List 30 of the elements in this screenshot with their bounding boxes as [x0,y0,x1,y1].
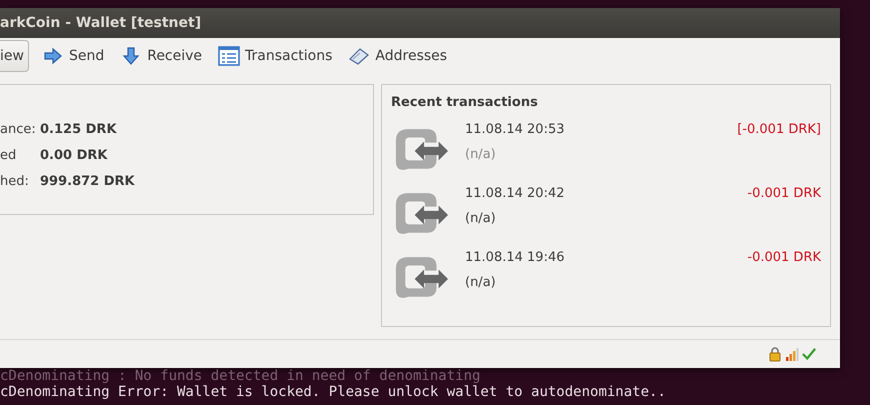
window-title: arkCoin - Wallet [testnet] [0,15,202,31]
balance-value: 0.00 DRK [40,148,108,163]
signal-bars-icon [785,346,799,362]
transaction-amount: [-0.001 DRK] [737,122,821,137]
transaction-amount: -0.001 DRK [747,186,821,201]
panel-title: Recent transactions [391,95,539,110]
transaction-date: 11.08.14 20:42 [465,186,564,201]
toolbar-tab[interactable]: Transactions [213,40,338,72]
balance-label: ance: [0,122,37,137]
transaction-amount: -0.001 DRK [747,250,821,265]
toolbar-tab[interactable]: iew [0,40,29,72]
check-icon [802,346,816,362]
list-icon [218,46,240,66]
balance-label: ed [0,148,18,163]
transaction-date: 11.08.14 20:53 [465,122,564,137]
terminal-line: cDenominating : No funds detected in need of denominating [0,368,480,384]
transaction-address: (n/a) [465,211,496,226]
card-icon [348,46,370,66]
balance-value: 0.125 DRK [40,122,117,137]
transaction-date: 11.08.14 19:46 [465,250,564,265]
balance-value: 999.872 DRK [40,174,135,189]
toolbar-tab[interactable]: Send [36,40,110,72]
transaction-address: (n/a) [465,147,496,162]
lock-icon [768,346,782,362]
transaction-address: (n/a) [465,275,496,290]
toolbar-tab[interactable]: Receive [115,40,208,72]
balance-label: hed: [0,174,30,189]
right-arrow-icon [42,46,64,66]
toolbar-tab[interactable]: Addresses [343,40,452,72]
terminal-line: cDenominating Error: Wallet is locked. Please unlock wallet to autodenominate.. [0,384,666,400]
